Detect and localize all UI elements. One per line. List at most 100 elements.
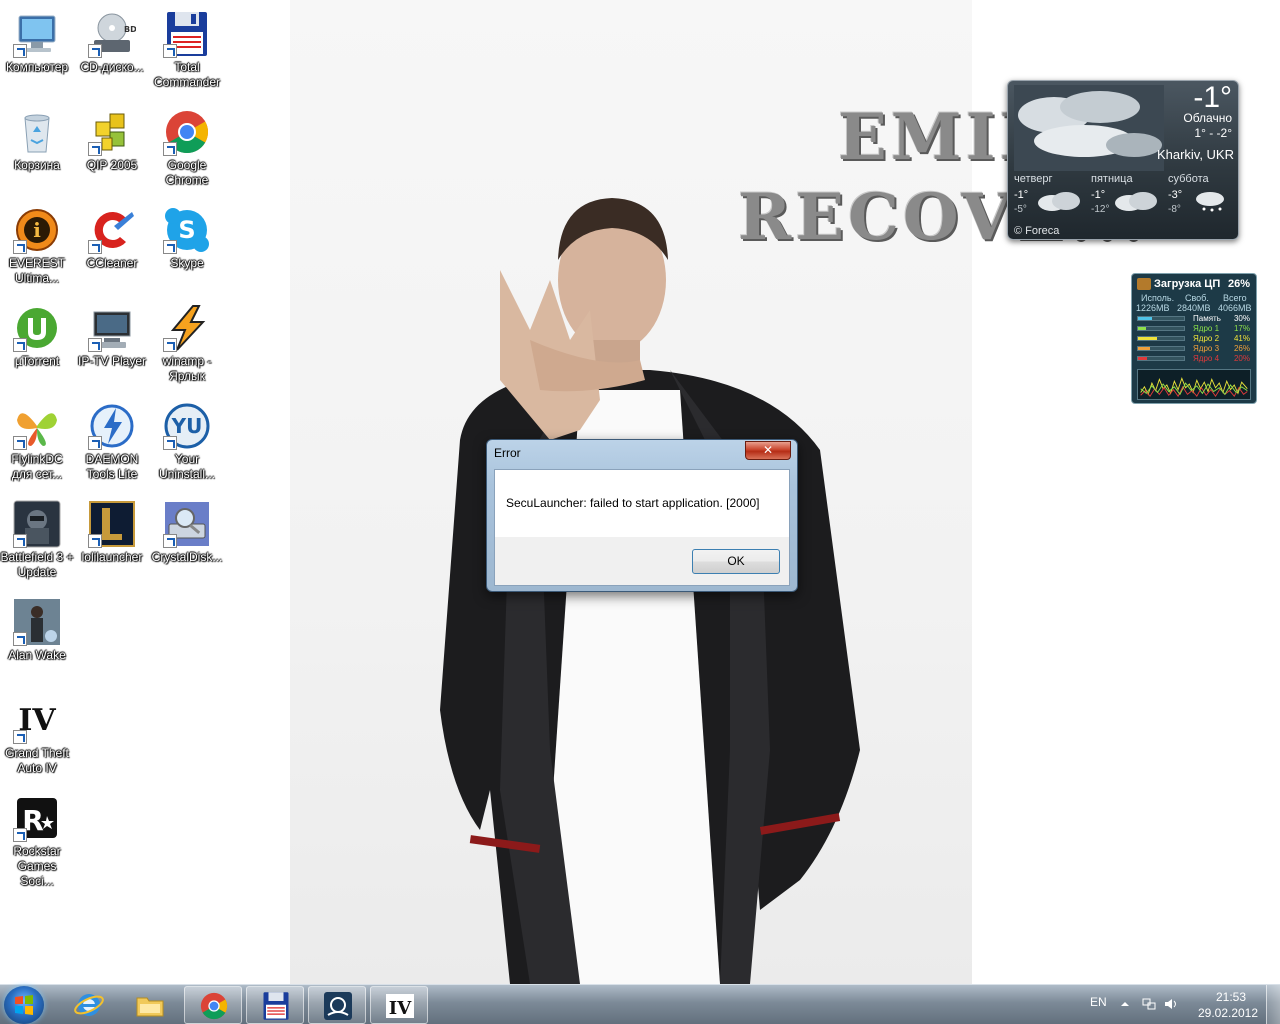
- taskbar-google-chrome[interactable]: [184, 986, 242, 1024]
- cpu-total-load: 26%: [1227, 278, 1250, 290]
- start-button[interactable]: [4, 986, 44, 1024]
- usage-row-label: Ядро 4: [1193, 354, 1220, 363]
- desktop-icon-rockstar-social-club[interactable]: R Rockstar Games Soci...: [0, 788, 75, 889]
- taskbar-steam[interactable]: [308, 986, 366, 1024]
- league-launcher-icon: [88, 500, 136, 548]
- usage-row-core-2: Ядро 2 41%: [1137, 334, 1253, 344]
- usage-row-label: Ядро 1: [1193, 324, 1220, 333]
- forecast-low: -12°: [1091, 204, 1110, 215]
- desktop-icon-label: Skype: [170, 256, 204, 270]
- shortcut-arrow-icon: [13, 534, 27, 548]
- shortcut-arrow-icon: [13, 338, 27, 352]
- error-dialog[interactable]: Error ✕ SecuLauncher: failed to start ap…: [486, 439, 798, 592]
- bd-badge-text: BD: [124, 25, 136, 34]
- show-hidden-icons-arrow-icon[interactable]: [1118, 997, 1132, 1011]
- dialog-body: SecuLauncher: failed to start applicatio…: [494, 469, 790, 586]
- usage-row-core-3: Ядро 3 26%: [1137, 344, 1253, 354]
- desktop-icon-utorrent[interactable]: µTorrent: [0, 298, 75, 369]
- usage-bar-fill: [1138, 347, 1150, 350]
- desktop-icon-label: Alan Wake: [8, 648, 66, 662]
- shortcut-arrow-icon: [13, 436, 27, 450]
- desktop-icon-lolilauncher[interactable]: lolilauncher: [74, 494, 150, 565]
- dialog-close-button[interactable]: ✕: [745, 441, 791, 460]
- butterfly-icon: [13, 402, 61, 450]
- shortcut-arrow-icon: [13, 828, 27, 842]
- desktop-icon-daemon-tools[interactable]: DAEMON Tools Lite: [74, 396, 150, 482]
- disc-drive-icon: BD: [88, 10, 137, 58]
- dialog-button-bar: OK: [495, 537, 789, 585]
- language-indicator[interactable]: EN: [1090, 995, 1107, 1009]
- desktop-icon-computer[interactable]: Компьютер: [0, 4, 75, 75]
- desktop-icon-label: µTorrent: [14, 354, 60, 368]
- cpu-usage-gadget[interactable]: Загрузка ЦП 26% Исполь. Своб. Всего 1226…: [1131, 273, 1257, 404]
- clock-time[interactable]: 21:53: [1208, 990, 1254, 1004]
- desktop-icon-total-commander[interactable]: Total Commander: [149, 4, 225, 90]
- shortcut-arrow-icon: [13, 632, 27, 646]
- alan-wake-icon: [13, 598, 61, 646]
- steam-icon: [324, 992, 352, 1020]
- clock-date[interactable]: 29.02.2012: [1196, 1006, 1260, 1020]
- desktop-icon-winamp[interactable]: winamp - Ярлык: [149, 298, 225, 384]
- desktop-icon-crystaldiskinfo[interactable]: CrystalDisk...: [149, 494, 225, 565]
- desktop-icon-alan-wake[interactable]: Alan Wake: [0, 592, 75, 663]
- show-desktop-button[interactable]: [1266, 985, 1280, 1024]
- usage-row-percent: 30%: [1233, 314, 1250, 323]
- desktop-icon-recycle-bin[interactable]: Корзина: [0, 102, 75, 173]
- desktop-icon-your-uninstaller[interactable]: YU Your Uninstall...: [149, 396, 225, 482]
- memory-header-free: Своб.: [1185, 293, 1209, 303]
- usage-row-percent: 20%: [1233, 354, 1250, 363]
- desktop-icon-label: Компьютер: [5, 60, 69, 74]
- taskbar-internet-explorer[interactable]: [60, 986, 118, 1024]
- cloudy-sky-icon: [1014, 85, 1164, 171]
- desktop-icon-iptv-player[interactable]: IP-TV Player: [74, 298, 150, 369]
- svg-text:YU: YU: [171, 414, 203, 438]
- usage-row-label: Ядро 2: [1193, 334, 1220, 343]
- desktop-icon-flylinkdc[interactable]: FlylinkDC для сет...: [0, 396, 75, 482]
- usage-bar-fill: [1138, 357, 1148, 360]
- usage-row-percent: 41%: [1233, 334, 1250, 343]
- desktop-icon-battlefield-3[interactable]: Battlefield 3 + Update: [0, 494, 75, 580]
- taskbar-total-commander[interactable]: [246, 986, 304, 1024]
- usage-row-percent: 26%: [1233, 344, 1250, 353]
- shortcut-arrow-icon: [88, 338, 102, 352]
- desktop-icon-skype[interactable]: S Skype: [149, 200, 225, 271]
- forecast-high: -1°: [1014, 189, 1029, 201]
- volume-icon[interactable]: [1164, 997, 1178, 1011]
- temperature-range: 1° - -2°: [1194, 126, 1232, 140]
- taskbar-windows-explorer[interactable]: [121, 986, 179, 1024]
- network-icon[interactable]: [1142, 997, 1156, 1011]
- cloud-icon: [1115, 192, 1157, 211]
- shortcut-arrow-icon: [163, 436, 177, 450]
- forecast-day-name: четверг: [1014, 173, 1053, 185]
- desktop-icon-cd-drive[interactable]: BD CD-диско...: [74, 4, 150, 75]
- weather-gadget[interactable]: -1° Облачно 1° - -2° Kharkiv, UKR четвер…: [1007, 80, 1239, 240]
- folder-icon: [136, 997, 164, 1017]
- qip-icon: [88, 108, 136, 156]
- shortcut-arrow-icon: [163, 240, 177, 254]
- shortcut-arrow-icon: [13, 730, 27, 744]
- tv-icon: [88, 304, 136, 352]
- desktop-icon-label: CD-диско...: [80, 60, 144, 74]
- gta-iv-icon: IV: [13, 696, 61, 744]
- usage-bar: [1137, 316, 1185, 321]
- utorrent-icon: [13, 304, 61, 352]
- current-temperature: -1°: [1193, 81, 1232, 114]
- desktop-icon-qip-2005[interactable]: QIP 2005: [74, 102, 150, 173]
- forecast-high: -3°: [1168, 189, 1183, 201]
- desktop-icon-ccleaner[interactable]: CCleaner: [74, 200, 150, 271]
- dialog-message: SecuLauncher: failed to start applicatio…: [506, 496, 760, 510]
- gta-badge-text: IV: [389, 998, 412, 1019]
- desktop-icon-gta-iv[interactable]: IV Grand Theft Auto IV: [0, 690, 75, 776]
- chrome-icon: [163, 108, 211, 156]
- ok-button[interactable]: OK: [692, 549, 780, 574]
- cpu-chip-icon: [1137, 278, 1151, 290]
- desktop-icon-google-chrome[interactable]: Google Chrome: [149, 102, 225, 188]
- forecast-day-name: пятница: [1091, 173, 1133, 185]
- taskbar-gta-iv[interactable]: IV: [370, 986, 428, 1024]
- shortcut-arrow-icon: [88, 44, 102, 58]
- memory-used-value: 1226MB: [1136, 303, 1170, 313]
- shortcut-arrow-icon: [163, 338, 177, 352]
- winamp-icon: [163, 304, 211, 352]
- desktop-icon-everest[interactable]: i EVEREST Ultima...: [0, 200, 75, 286]
- everest-icon: i: [13, 206, 61, 254]
